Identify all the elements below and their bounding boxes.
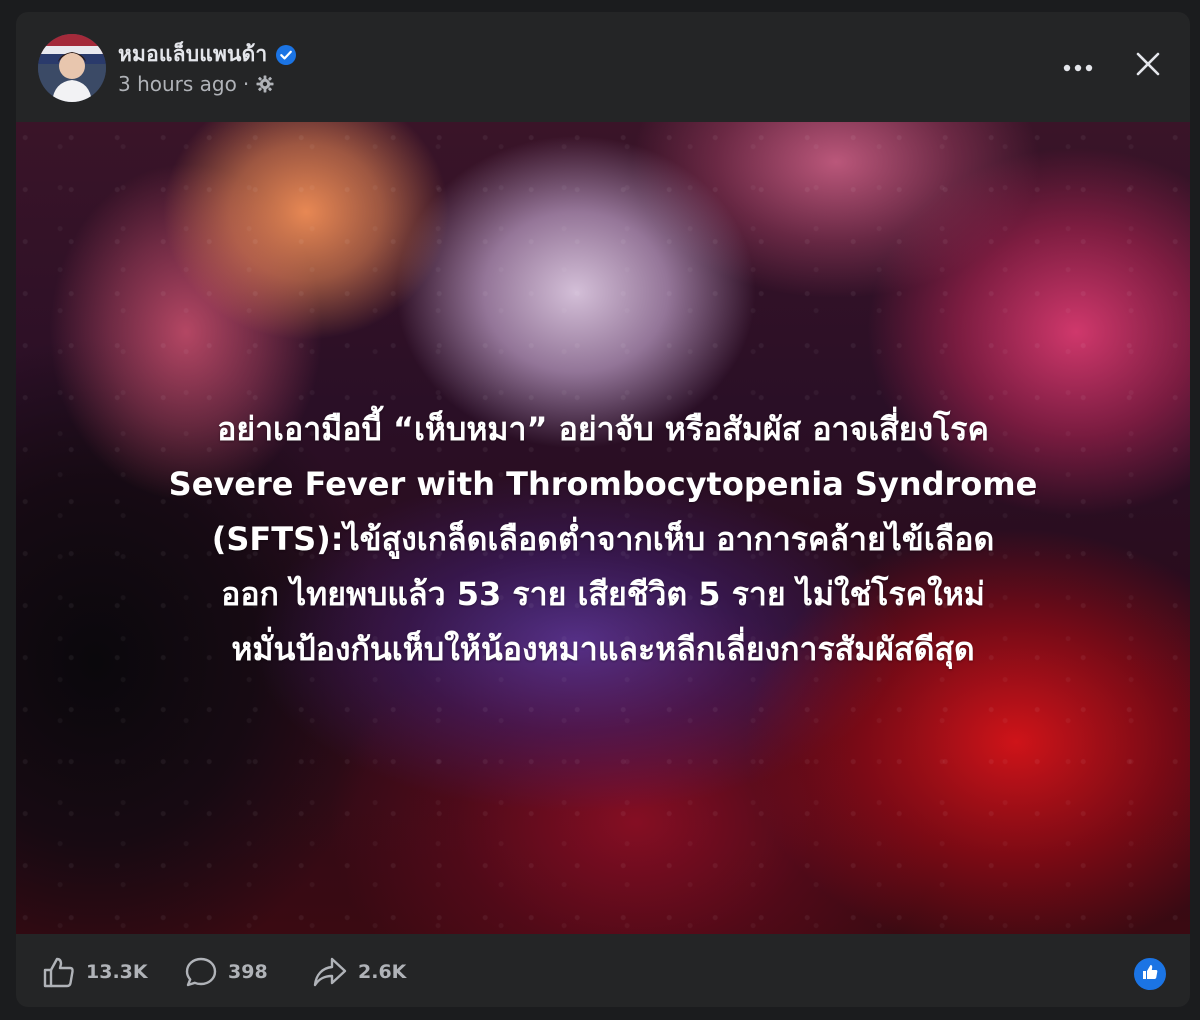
meta-separator: ·: [242, 72, 250, 96]
comment-count: 398: [228, 961, 268, 983]
caption-line-2: Severe Fever with Thrombocytopenia Syndr…: [168, 465, 1038, 503]
like-button[interactable]: 13.3K: [42, 956, 148, 988]
like-reaction-badge[interactable]: [1132, 956, 1168, 992]
share-icon: [312, 956, 348, 988]
thumbs-up-icon: [1141, 963, 1159, 985]
like-count: 13.3K: [86, 961, 148, 983]
share-button[interactable]: 2.6K: [312, 956, 406, 988]
avatar[interactable]: [38, 34, 106, 102]
post-header: หมอแล็บแพนด้า 3 hours ago ·: [16, 12, 1190, 120]
post-viewer: หมอแล็บแพนด้า 3 hours ago · อย่าเอามือบี…: [0, 0, 1200, 1020]
header-actions: [1058, 46, 1168, 86]
post-image[interactable]: อย่าเอามือบี้ “เห็บหมา” อย่าจับ หรือสัมผ…: [16, 122, 1190, 934]
comment-icon: [184, 956, 218, 988]
close-icon: [1135, 51, 1161, 81]
caption-line-1: อย่าเอามือบี้ “เห็บหมา” อย่าจับ หรือสัมผ…: [217, 410, 989, 448]
caption-line-4: ออก ไทยพบแล้ว 53 ราย เสียชีวิต 5 ราย ไม่…: [221, 575, 985, 613]
post-meta: 3 hours ago ·: [118, 72, 275, 96]
image-caption: อย่าเอามือบี้ “เห็บหมา” อย่าจับ หรือสัมผ…: [76, 402, 1130, 677]
post-timestamp[interactable]: 3 hours ago: [118, 72, 237, 96]
more-horizontal-icon: [1063, 57, 1093, 76]
like-icon: [42, 956, 76, 988]
audience-settings-icon[interactable]: [255, 74, 275, 94]
caption-line-5: หมั่นป้องกันเห็บให้น้องหมาและหลีกเลี่ยงก…: [231, 630, 975, 668]
share-count: 2.6K: [358, 961, 407, 983]
author-row: หมอแล็บแพนด้า: [118, 38, 297, 71]
post-footer: 13.3K 398 2.6K: [16, 934, 1190, 1007]
verified-badge-icon: [275, 44, 297, 66]
close-button[interactable]: [1128, 46, 1168, 86]
author-name[interactable]: หมอแล็บแพนด้า: [118, 38, 267, 71]
comment-button[interactable]: 398: [184, 956, 268, 988]
post-card: หมอแล็บแพนด้า 3 hours ago · อย่าเอามือบี…: [16, 12, 1190, 1007]
more-options-button[interactable]: [1058, 46, 1098, 86]
caption-line-3: (SFTS):ไข้สูงเกล็ดเลือดต่ำจากเห็บ อาการค…: [211, 520, 995, 558]
